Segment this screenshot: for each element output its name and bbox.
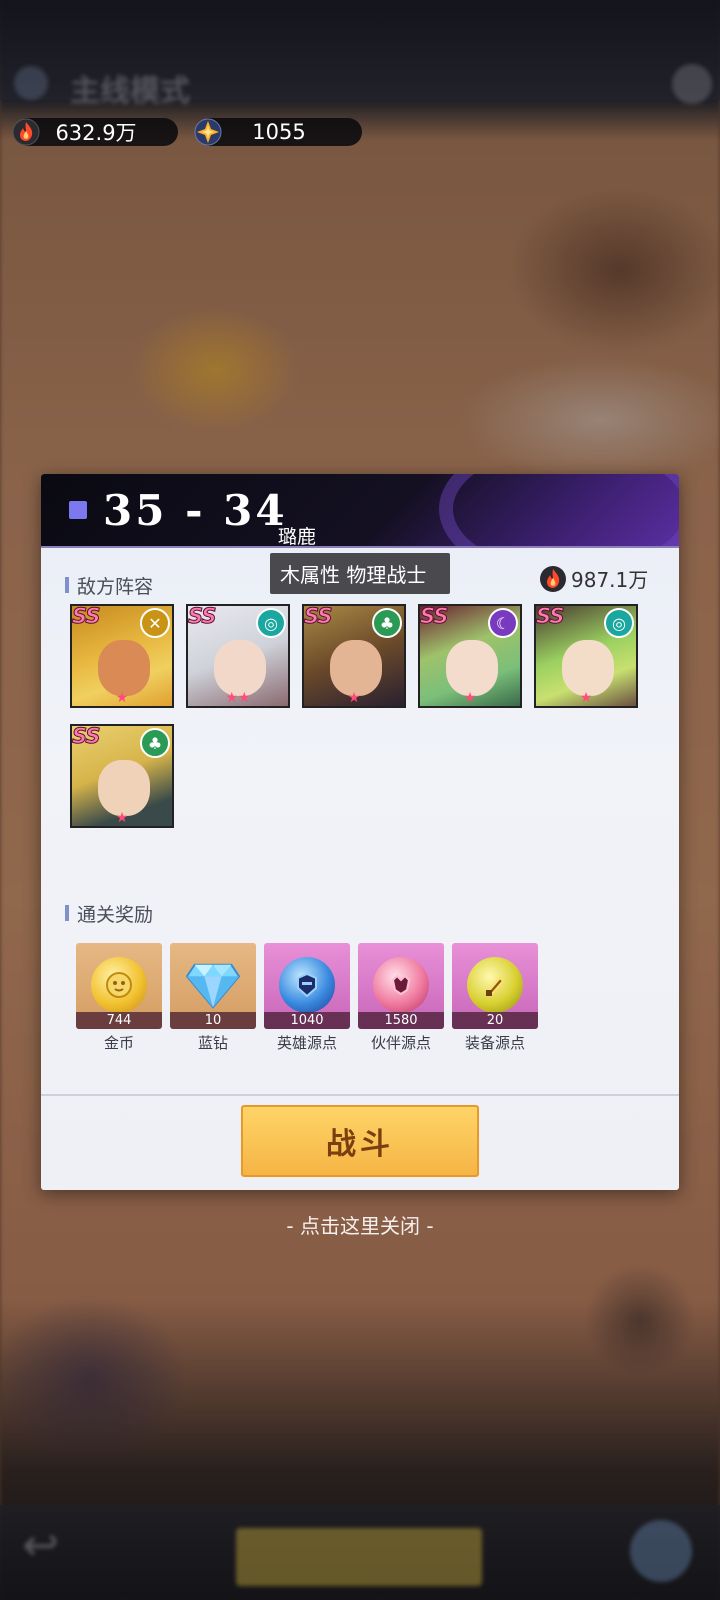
stage-dialog: 35 - 34 敌方阵容 987.1万 SS ✕ ★ SS ◎ ★★ SS ♣ … bbox=[41, 474, 679, 1190]
enemy-card-5[interactable]: SS ◎ ★ bbox=[534, 604, 638, 708]
hero-essence-icon bbox=[279, 957, 335, 1013]
flame-icon bbox=[540, 565, 566, 592]
divider bbox=[41, 1094, 679, 1096]
enemy-power: 987.1万 bbox=[539, 564, 648, 593]
help-icon bbox=[672, 64, 712, 104]
enemy-card-2[interactable]: SS ◎ ★★ bbox=[186, 604, 290, 708]
grade-badge: SS bbox=[536, 604, 565, 629]
reward-item-hero-essence[interactable]: 1040 英雄源点 bbox=[264, 943, 350, 1053]
hero-face bbox=[214, 640, 266, 696]
reward-item-gold[interactable]: 744 金币 bbox=[76, 943, 162, 1053]
bottom-action-button bbox=[236, 1528, 482, 1586]
equipment-essence-icon bbox=[467, 957, 523, 1013]
reward-name: 金币 bbox=[103, 1034, 134, 1052]
diamond-value: 1055 bbox=[252, 120, 306, 144]
reward-item-blue-diamond[interactable]: 10 蓝钻 bbox=[170, 943, 256, 1053]
hero-face bbox=[562, 640, 614, 696]
reward-qty: 20 bbox=[452, 1012, 538, 1029]
enemy-card-6[interactable]: SS ♣ ★ bbox=[70, 724, 174, 828]
hero-face bbox=[98, 640, 150, 696]
reward-name: 蓝钻 bbox=[197, 1034, 228, 1052]
grade-badge: SS bbox=[188, 604, 217, 629]
hero-face bbox=[98, 760, 150, 816]
wood-icon: ♣ bbox=[372, 608, 402, 638]
grade-badge: SS bbox=[72, 724, 101, 749]
star-rating: ★ bbox=[115, 690, 129, 706]
mode-title: 主线模式 bbox=[70, 74, 190, 109]
enemy-power-value: 987.1万 bbox=[571, 568, 649, 592]
reward-qty: 1580 bbox=[358, 1012, 444, 1029]
rewards-label: 通关奖励 bbox=[65, 900, 153, 927]
dark-icon: ☾ bbox=[488, 608, 518, 638]
reward-box: 1040 bbox=[264, 943, 350, 1029]
reward-box: 744 bbox=[76, 943, 162, 1029]
coin-icon bbox=[91, 957, 147, 1013]
star-rating: ★ bbox=[347, 690, 361, 706]
hero-tooltip: 璐鹿 木属性 物理战士 bbox=[270, 522, 450, 594]
hero-face bbox=[446, 640, 498, 696]
power-value: 632.9万 bbox=[55, 121, 137, 145]
tooltip-hero-description: 木属性 物理战士 bbox=[270, 553, 450, 594]
star-rating: ★★ bbox=[225, 690, 251, 706]
power-chip: 632.9万 bbox=[12, 118, 178, 146]
reward-box: 20 bbox=[452, 943, 538, 1029]
reward-box: 10 bbox=[170, 943, 256, 1029]
enemy-card-1[interactable]: SS ✕ ★ bbox=[70, 604, 174, 708]
fight-button[interactable]: 战斗 bbox=[241, 1105, 479, 1177]
water-icon: ◎ bbox=[604, 608, 634, 638]
star-rating: ★ bbox=[463, 690, 477, 706]
reward-name: 装备源点 bbox=[464, 1034, 525, 1052]
stage-marker-icon bbox=[69, 501, 87, 519]
return-icon: ↩ bbox=[22, 1520, 59, 1571]
header-decoration bbox=[439, 474, 679, 546]
reward-name: 伙伴源点 bbox=[370, 1034, 431, 1052]
partner-essence-icon bbox=[373, 957, 429, 1013]
diamond-chip: 1055 bbox=[194, 118, 362, 146]
close-hint[interactable]: - 点击这里关闭 - bbox=[0, 1210, 720, 1239]
reward-qty: 1040 bbox=[264, 1012, 350, 1029]
stage-title: 35 - 34 bbox=[103, 486, 288, 535]
tooltip-hero-name: 璐鹿 bbox=[278, 526, 317, 548]
enemy-lineup-label: 敌方阵容 bbox=[65, 572, 153, 599]
grade-badge: SS bbox=[304, 604, 333, 629]
star-rating: ★ bbox=[115, 810, 129, 826]
reward-qty: 10 bbox=[170, 1012, 256, 1029]
reward-item-partner-essence[interactable]: 1580 伙伴源点 bbox=[358, 943, 444, 1053]
reward-name: 英雄源点 bbox=[276, 1034, 337, 1052]
light-icon: ✕ bbox=[140, 608, 170, 638]
grade-badge: SS bbox=[420, 604, 449, 629]
water-icon: ◎ bbox=[256, 608, 286, 638]
reward-item-equipment-essence[interactable]: 20 装备源点 bbox=[452, 943, 538, 1053]
menu-icon bbox=[630, 1520, 692, 1582]
grade-badge: SS bbox=[72, 604, 101, 629]
enemy-card-3[interactable]: SS ♣ ★ bbox=[302, 604, 406, 708]
enemy-card-4[interactable]: SS ☾ ★ bbox=[418, 604, 522, 708]
hero-face bbox=[330, 640, 382, 696]
reward-box: 1580 bbox=[358, 943, 444, 1029]
diamond-icon bbox=[185, 957, 241, 1013]
back-icon bbox=[14, 66, 48, 100]
star-rating: ★ bbox=[579, 690, 593, 706]
wood-icon: ♣ bbox=[140, 728, 170, 758]
reward-qty: 744 bbox=[76, 1012, 162, 1029]
